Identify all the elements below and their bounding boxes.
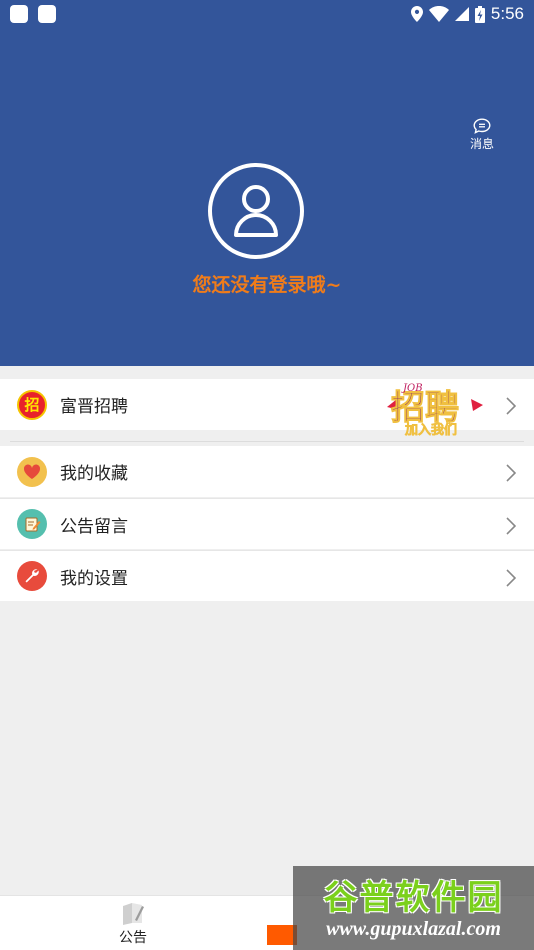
status-time: 5:56 [490, 4, 524, 23]
tab-label: 公告 [119, 930, 147, 946]
user-icon [234, 185, 278, 237]
edit-note-icon [17, 509, 47, 539]
tab-announcements[interactable]: 公告 [68, 896, 198, 950]
menu-item-favorites[interactable]: 我的收藏 [0, 446, 534, 497]
wrench-icon [17, 561, 47, 591]
banner-top-text: JOB [401, 383, 423, 394]
chevron-right-icon [506, 517, 516, 535]
location-icon [410, 6, 423, 22]
banner-sub-text: 加入我们 [404, 422, 457, 437]
recruit-banner-image: 招聘 JOB 加入我们 [383, 377, 485, 438]
watermark: 谷普软件园 www.gupuxlazal.com [293, 866, 534, 950]
menu-label: 我的收藏 [60, 464, 128, 484]
messages-label: 消息 [469, 137, 494, 151]
messages-button[interactable]: 消息 [460, 118, 504, 152]
app-notification-icon [38, 5, 56, 23]
watermark-title: 谷普软件园 [323, 878, 504, 918]
menu-label: 富晋招聘 [60, 397, 128, 417]
menu-item-settings[interactable]: 我的设置 [0, 550, 534, 601]
watermark-url: www.gupuxlazal.com [326, 918, 501, 940]
avatar[interactable] [208, 163, 304, 259]
login-prompt[interactable]: 您还没有登录哦~ [0, 270, 534, 297]
divider [10, 441, 524, 442]
menu-label: 我的设置 [60, 568, 128, 589]
chevron-right-icon [506, 397, 516, 415]
heart-icon [17, 456, 47, 487]
message-icon [473, 118, 491, 134]
status-bar: 5:56 [0, 0, 534, 28]
menu-item-notice-comments[interactable]: 公告留言 [0, 498, 534, 549]
menu-label: 公告留言 [60, 516, 128, 537]
recruit-icon-glyph: 招 [24, 396, 40, 414]
chevron-right-icon [506, 569, 516, 587]
announcement-icon [123, 903, 144, 925]
signal-icon [454, 7, 469, 21]
app-notification-icon [10, 5, 28, 23]
banner-main-text: 招聘 [391, 388, 459, 428]
battery-icon [474, 5, 485, 23]
wifi-icon [428, 6, 449, 22]
recruit-icon: 招 [17, 389, 47, 420]
chevron-right-icon [506, 464, 516, 482]
